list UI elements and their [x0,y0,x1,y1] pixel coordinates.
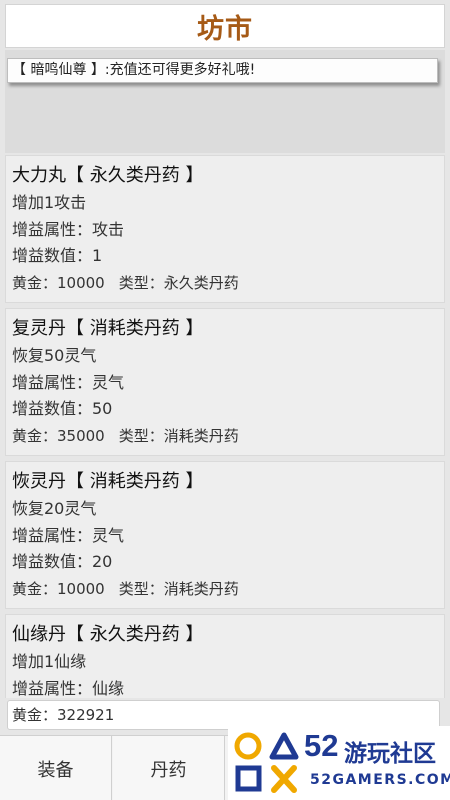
item-type: 类型：消耗类丹药 [118,426,239,445]
watermark-name: 游玩社区 [344,741,436,767]
item-description: 增加1仙缘 [12,652,87,671]
item-value: 增益数值：1 [12,246,103,265]
item-card-dalimwan[interactable]: 大力丸【 永久类丹药 】 增加1攻击 增益属性：攻击 增益数值：1 黄金：100… [5,155,445,303]
gamepad-logo-icon [234,732,299,793]
item-card-fulingdan[interactable]: 复灵丹【 消耗类丹药 】 恢复50灵气 增益属性：灵气 增益数值：50 黄金：3… [5,308,445,456]
tab-pills[interactable]: 丹药 [113,736,225,800]
item-type: 类型：消耗类丹药 [118,579,239,598]
item-meta: 黄金：35000 类型：消耗类丹药 [12,423,444,450]
item-description: 恢复20灵气 [12,499,97,518]
item-gold-price: 黄金：10000 [12,273,105,292]
item-description: 增加1攻击 [12,193,87,212]
item-meta: 黄金：10000 类型：消耗类丹药 [12,576,444,603]
item-attribute: 增益属性：攻击 [12,219,125,239]
title-bar: 坊市 [5,4,445,48]
item-name: 仙缘丹【 永久类丹药 】 [12,624,204,645]
notice-banner: 【 暗鸣仙尊 】:充值还可得更多好礼哦! [7,58,438,83]
item-gold-price: 黄金：35000 [12,426,105,445]
item-attribute: 增益属性：灵气 [12,525,125,545]
item-description: 恢复50灵气 [12,346,97,365]
page-title: 坊市 [197,13,253,45]
item-name: 恢灵丹【 消耗类丹药 】 [12,471,204,492]
item-meta: 黄金：10000 类型：永久类丹药 [12,270,444,297]
item-card-xianyuandan[interactable]: 仙缘丹【 永久类丹药 】 增加1仙缘 增益属性：仙缘 [5,614,445,698]
item-gold-price: 黄金：10000 [12,579,105,598]
item-name: 大力丸【 永久类丹药 】 [12,165,204,186]
item-attribute: 增益属性：仙缘 [12,678,125,698]
tab-equipment[interactable]: 装备 [0,736,112,800]
item-value: 增益数值：50 [12,399,113,418]
item-card-huilingdan[interactable]: 恢灵丹【 消耗类丹药 】 恢复20灵气 增益属性：灵气 增益数值：20 黄金：1… [5,461,445,609]
watermark-number: 52 [304,728,339,763]
item-list[interactable]: 大力丸【 永久类丹药 】 增加1攻击 增益属性：攻击 增益数值：1 黄金：100… [5,155,445,698]
item-type: 类型：永久类丹药 [118,273,239,292]
item-attribute: 增益属性：灵气 [12,372,125,392]
watermark: 52 游玩社区 52GAMERS.COM [228,726,450,800]
watermark-url: 52GAMERS.COM [310,772,450,788]
item-name: 复灵丹【 消耗类丹药 】 [12,318,204,339]
item-value: 增益数值：20 [12,552,113,571]
